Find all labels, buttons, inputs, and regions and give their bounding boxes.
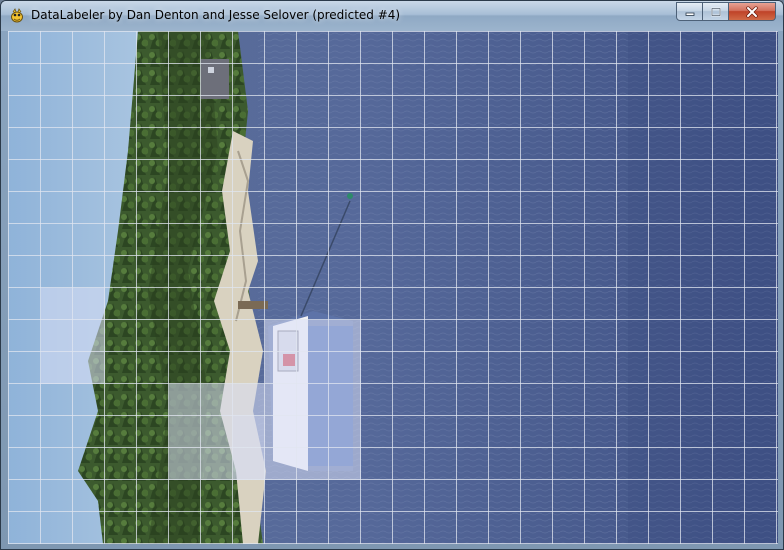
- image-canvas[interactable]: [8, 31, 778, 544]
- minimize-icon: [685, 12, 694, 16]
- label-grid[interactable]: [8, 31, 778, 544]
- app-window: DataLabeler by Dan Denton and Jesse Selo…: [0, 0, 784, 550]
- close-button[interactable]: [729, 2, 776, 21]
- maximize-icon: [710, 7, 721, 16]
- close-icon: [746, 6, 758, 17]
- title-bar[interactable]: DataLabeler by Dan Denton and Jesse Selo…: [1, 1, 783, 31]
- app-icon: [11, 8, 23, 23]
- window-title: DataLabeler by Dan Denton and Jesse Selo…: [31, 8, 401, 22]
- minimize-button[interactable]: [676, 2, 703, 21]
- maximize-button[interactable]: [703, 2, 729, 21]
